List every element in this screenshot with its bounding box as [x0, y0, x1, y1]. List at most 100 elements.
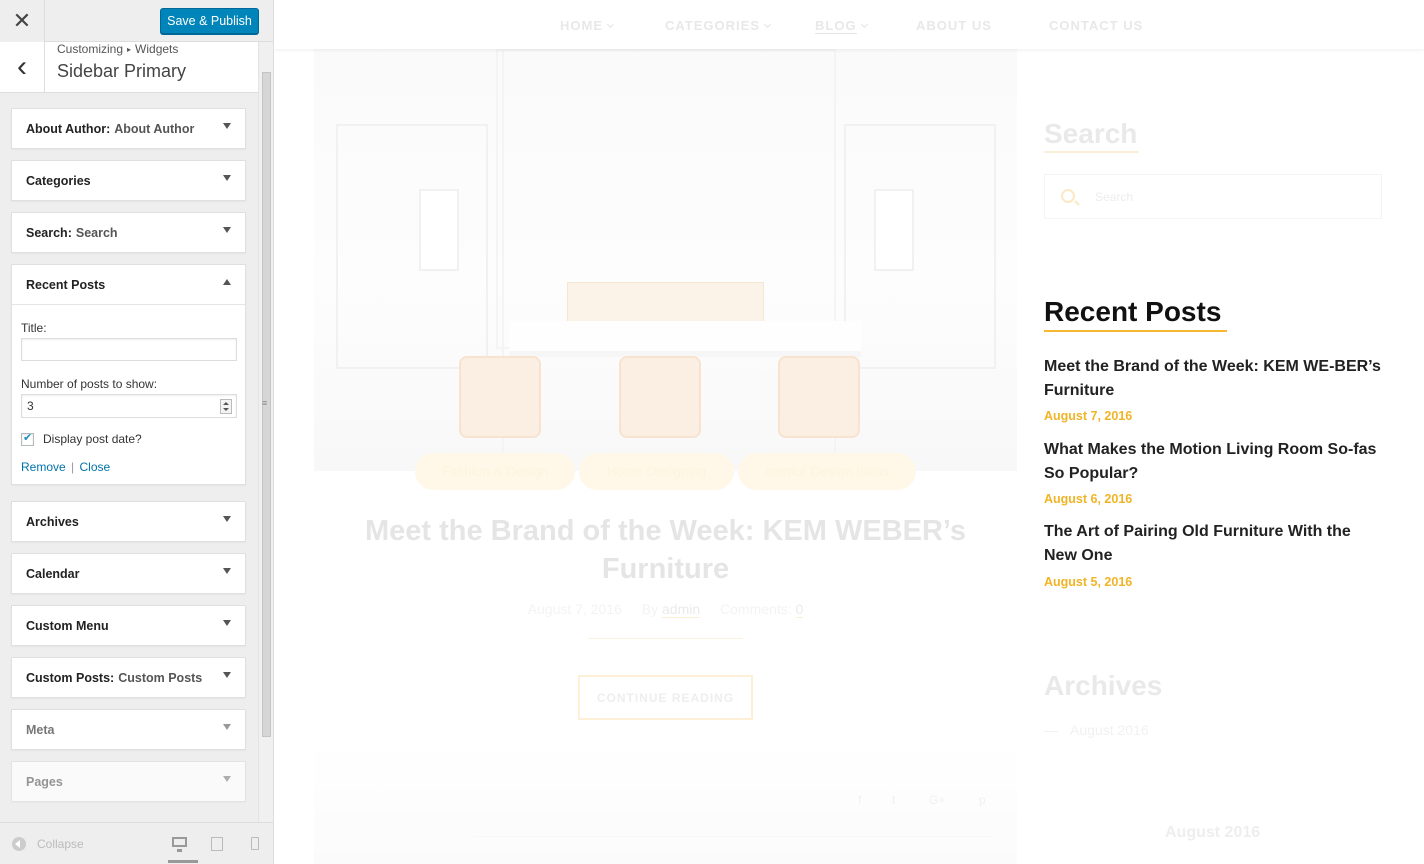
widget-name: Recent Posts	[26, 277, 106, 292]
heading-text: Archives	[1044, 670, 1163, 701]
remove-link[interactable]: Remove	[21, 460, 66, 474]
expand-arrow-icon[interactable]	[223, 123, 231, 129]
breadcrumb-section: Widgets	[135, 42, 179, 56]
widget-pages: Pages	[11, 761, 246, 802]
widget-name: Archives	[26, 514, 79, 529]
widget-calendar: Calendar	[11, 553, 246, 594]
widget-header[interactable]: About Author: About Author	[12, 109, 245, 148]
expand-arrow-icon[interactable]	[223, 568, 231, 574]
recent-posts-heading: Recent Posts	[1044, 296, 1227, 332]
collapse-label: Collapse	[37, 837, 84, 851]
expand-arrow-icon[interactable]	[223, 724, 231, 730]
expand-arrow-icon[interactable]	[223, 516, 231, 522]
expand-arrow-icon[interactable]	[223, 672, 231, 678]
category-badge[interactable]: Fashion & Design	[415, 453, 575, 490]
expand-arrow-icon[interactable]	[223, 227, 231, 233]
widget-header[interactable]: Custom Menu	[12, 606, 245, 645]
post-date: August 7, 2016	[527, 601, 622, 617]
widget-actions: Remove | Close	[21, 460, 236, 474]
widget-name: Categories	[26, 173, 91, 188]
stepper-value: 3	[27, 399, 34, 413]
next-post-strip	[474, 836, 994, 864]
image-table	[509, 321, 861, 357]
expand-arrow-icon[interactable]	[223, 620, 231, 626]
nav-label: ABOUT US	[916, 18, 992, 33]
panel-title-bar: ‹ Customizing ▸ Widgets Sidebar Primary	[0, 42, 258, 93]
widget-recent-posts: Recent Posts Title: Number of posts to s…	[11, 264, 246, 485]
nav-blog[interactable]: BLOG	[815, 18, 868, 34]
pinterest-icon[interactable]: p	[979, 793, 986, 807]
twitter-icon[interactable]: t	[892, 793, 895, 807]
number-of-posts-stepper[interactable]: 3	[21, 394, 237, 418]
tablet-icon[interactable]	[209, 835, 229, 853]
nav-about-us[interactable]: ABOUT US	[916, 18, 992, 33]
widget-header[interactable]: Meta	[12, 710, 245, 749]
image-chair	[459, 356, 541, 438]
author-link[interactable]: admin	[662, 601, 701, 618]
collapse-button[interactable]: Collapse	[12, 837, 84, 851]
google-plus-icon[interactable]: G+	[929, 793, 945, 807]
post-title[interactable]: Meet the Brand of the Week: KEM WEBER’s …	[314, 512, 1017, 588]
heading-underline	[1044, 330, 1227, 332]
continue-reading-button[interactable]: CONTINUE READING	[578, 675, 753, 720]
featured-image[interactable]	[314, 49, 1017, 471]
comments-count[interactable]: 0	[795, 601, 804, 618]
collapse-arrow-icon[interactable]	[223, 279, 231, 285]
image-chair	[619, 356, 701, 438]
resize-grip-icon[interactable]: ≡	[262, 398, 267, 408]
breadcrumb-root: Customizing	[57, 42, 124, 56]
close-link[interactable]: Close	[80, 460, 111, 474]
recent-post-link[interactable]: The Art of Pairing Old Furniture With th…	[1044, 520, 1384, 568]
panel-title: Sidebar Primary	[57, 61, 187, 81]
site-preview: HOME CATEGORIES BLOG ABOUT US CONTACT US…	[274, 0, 1424, 864]
widget-search: Search: Search	[11, 212, 246, 253]
title-input[interactable]	[21, 338, 237, 361]
widget-header[interactable]: Recent Posts	[12, 265, 245, 304]
save-publish-button[interactable]: Save & Publish	[160, 8, 259, 34]
search-input[interactable]: Search	[1044, 174, 1382, 219]
back-icon[interactable]: ‹	[0, 42, 45, 92]
category-badge[interactable]: Interior Design Ideas	[738, 453, 916, 490]
display-date-checkbox[interactable]	[21, 431, 34, 446]
widget-header[interactable]: Categories	[12, 161, 245, 200]
spin-arrows-icon[interactable]	[220, 399, 232, 414]
widget-about-author: About Author: About Author	[11, 108, 246, 149]
widget-archives: Archives	[11, 501, 246, 542]
widget-header[interactable]: Pages	[12, 762, 245, 801]
widget-name: Custom Menu	[26, 618, 109, 633]
desktop-icon[interactable]	[168, 835, 198, 863]
title-label: Title:	[21, 321, 47, 335]
widget-custom-menu: Custom Menu	[11, 605, 246, 646]
expand-arrow-icon[interactable]	[223, 776, 231, 782]
heading-underline	[1044, 151, 1139, 153]
archive-label: August 2016	[1070, 722, 1149, 738]
recent-post-link[interactable]: Meet the Brand of the Week: KEM WE-BER’s…	[1044, 355, 1384, 403]
nav-contact-us[interactable]: CONTACT US	[1049, 18, 1143, 33]
widget-header[interactable]: Search: Search	[12, 213, 245, 252]
heading-text: Search	[1044, 118, 1138, 149]
expand-arrow-icon[interactable]	[223, 175, 231, 181]
widget-meta: Meta	[11, 709, 246, 750]
back-glyph: ‹	[17, 50, 27, 83]
recent-post-link[interactable]: What Makes the Motion Living Room So-fas…	[1044, 438, 1384, 486]
close-icon[interactable]: ✕	[0, 0, 45, 42]
mobile-icon[interactable]	[248, 835, 268, 853]
post-categories: Fashion & Design Home Designing Interior…	[415, 453, 916, 490]
widget-header[interactable]: Calendar	[12, 554, 245, 593]
nav-categories[interactable]: CATEGORIES	[665, 18, 772, 33]
widget-header[interactable]: Custom Posts: Custom Posts	[12, 658, 245, 697]
widget-subtitle: Custom Posts	[118, 670, 203, 685]
category-badge[interactable]: Home Designing	[579, 453, 734, 490]
archive-link[interactable]: — August 2016	[1044, 722, 1149, 738]
facebook-icon[interactable]: f	[858, 793, 861, 807]
meta-divider	[588, 638, 743, 639]
chevron-right-icon: —	[1044, 722, 1058, 738]
calendar-caption: August 2016	[1165, 824, 1261, 841]
nav-label: CONTACT US	[1049, 18, 1144, 33]
search-placeholder: Search	[1095, 190, 1134, 204]
panel-scrollbar[interactable]	[258, 42, 273, 822]
widget-header[interactable]: Archives	[12, 502, 245, 541]
nav-home[interactable]: HOME	[560, 18, 615, 33]
search-widget-heading: Search	[1044, 118, 1139, 153]
widget-name: Meta	[26, 722, 55, 737]
